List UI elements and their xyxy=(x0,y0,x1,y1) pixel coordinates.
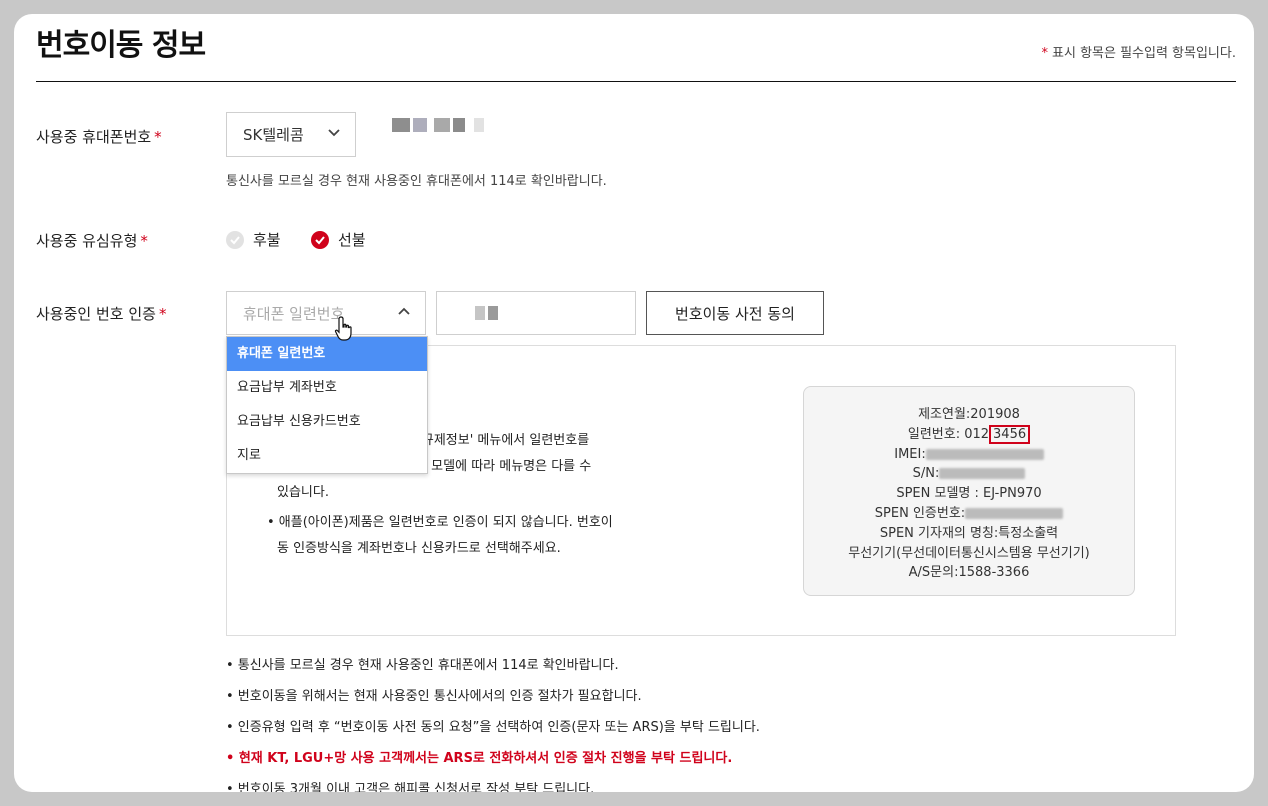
carrier-select[interactable]: SK텔레콤 xyxy=(226,112,356,157)
carrier-select-value: SK텔레콤 xyxy=(243,126,304,144)
dropdown-option-giro[interactable]: 지로 xyxy=(227,439,427,473)
sample-imei-label: IMEI: xyxy=(894,446,926,462)
sample-spen-name: SPEN 기자재의 명칭:특정소출력 xyxy=(879,525,1059,541)
usim-row-label: 사용중 유심유형 * xyxy=(36,230,148,251)
check-icon xyxy=(226,230,244,249)
note-item: • 통신사를 모르실 경우 현재 사용중인 휴대폰에서 114로 확인바랍니다. xyxy=(226,658,619,673)
radio-prepaid[interactable]: 선불 xyxy=(311,229,366,250)
sample-serial-prefix: 일련번호: 012 xyxy=(907,426,990,442)
required-mark: * xyxy=(140,232,148,250)
sample-spen-cert-label: SPEN 인증번호: xyxy=(874,505,966,521)
sample-as-contact: A/S문의:1588-3366 xyxy=(908,565,1030,581)
radio-postpaid-label: 후불 xyxy=(253,231,281,249)
sample-imei: IMEI: xyxy=(804,445,1134,465)
title-divider xyxy=(36,81,1236,82)
sample-spen-cert: SPEN 인증번호: xyxy=(804,504,1134,524)
required-note-text: 표시 항목은 필수입력 항목입니다. xyxy=(1052,46,1236,61)
dropdown-option-serial[interactable]: 휴대폰 일련번호 xyxy=(227,337,427,371)
note-item: • 번호이동 3개월 이내 고객은 해피콜 신청서로 작성 부탁 드립니다. xyxy=(226,782,595,792)
sample-spen-model: SPEN 모델명 : EJ-PN970 xyxy=(896,486,1042,502)
blurred-value xyxy=(925,448,1044,460)
dropdown-option-account[interactable]: 요금납부 계좌번호 xyxy=(227,371,427,405)
note-item-emphasis: • 현재 KT, LGU+망 사용 고객께서는 ARS로 전화하셔서 인증 절차… xyxy=(226,751,733,766)
porting-info-card: 번호이동 정보 * 표시 항목은 필수입력 항목입니다. 사용중 휴대폰번호 * S… xyxy=(14,14,1254,792)
radio-postpaid[interactable]: 후불 xyxy=(226,229,281,250)
required-mark: * xyxy=(158,305,167,323)
required-note: * 표시 항목은 필수입력 항목입니다. xyxy=(1042,42,1236,61)
required-mark: * xyxy=(1041,46,1049,61)
chevron-down-icon xyxy=(328,128,340,136)
usim-label-text: 사용중 유심유형 xyxy=(36,232,138,250)
blurred-value xyxy=(965,507,1064,519)
dropdown-option-card[interactable]: 요금납부 신용카드번호 xyxy=(227,405,427,439)
sample-wireless: 무선기기(무선데이터통신시스템용 무선기기) xyxy=(848,545,1090,561)
page-title: 번호이동 정보 xyxy=(36,28,206,63)
auth-row-label: 사용중인 번호 인증 * xyxy=(36,303,166,324)
auth-type-select[interactable]: 휴대폰 일련번호 xyxy=(226,291,426,335)
carrier-helper-text: 통신사를 모르실 경우 현재 사용중인 휴대폰에서 114로 확인바랍니다. xyxy=(226,174,607,189)
masked-phone-number xyxy=(392,118,484,132)
sample-serial: 일련번호: 012 3456 xyxy=(804,424,1134,445)
sample-serial-highlight: 3456 xyxy=(989,424,1031,444)
carrier-row-label: 사용중 휴대폰번호 * xyxy=(36,126,162,147)
check-icon xyxy=(311,230,329,249)
radio-prepaid-label: 선불 xyxy=(338,231,366,249)
porting-consent-button[interactable]: 번호이동 사전 동의 xyxy=(646,291,824,335)
device-label-sample: 제조연월:201908 일련번호: 012 3456 IMEI: S/N: SPE… xyxy=(803,386,1135,596)
note-item: • 번호이동을 위해서는 현재 사용중인 통신사에서의 인증 절차가 필요합니다… xyxy=(226,689,642,704)
notes-list: • 통신사를 모르실 경우 현재 사용중인 휴대폰에서 114로 확인바랍니다.… xyxy=(226,654,760,792)
auth-type-placeholder: 휴대폰 일련번호 xyxy=(243,304,345,323)
hand-cursor-icon xyxy=(334,316,352,341)
info-line: 동 인증방식을 계좌번호나 신용카드로 선택해주세요. xyxy=(277,541,561,556)
required-mark: * xyxy=(154,128,162,146)
auth-label-text: 사용중인 번호 인증 xyxy=(36,305,156,323)
note-item: • 인증유형 입력 후 “번호이동 사전 동의 요청”을 선택하여 인증(문자 … xyxy=(226,720,760,735)
chevron-up-icon xyxy=(398,307,410,315)
sample-sn: S/N: xyxy=(804,464,1134,484)
blurred-value xyxy=(939,468,1026,480)
auth-number-input[interactable] xyxy=(436,291,636,335)
masked-auth-value xyxy=(475,306,498,320)
auth-type-dropdown: 휴대폰 일련번호 요금납부 계좌번호 요금납부 신용카드번호 지로 xyxy=(226,336,428,474)
carrier-label-text: 사용중 휴대폰번호 xyxy=(36,128,152,146)
sample-sn-label: S/N: xyxy=(912,466,940,482)
info-line: 있습니다. xyxy=(277,485,329,500)
sample-manufacture: 제조연월:201908 xyxy=(918,407,1020,422)
info-line: • 애플(아이폰)제품은 일련번호로 인증이 되지 않습니다. 번호이 xyxy=(267,515,613,530)
